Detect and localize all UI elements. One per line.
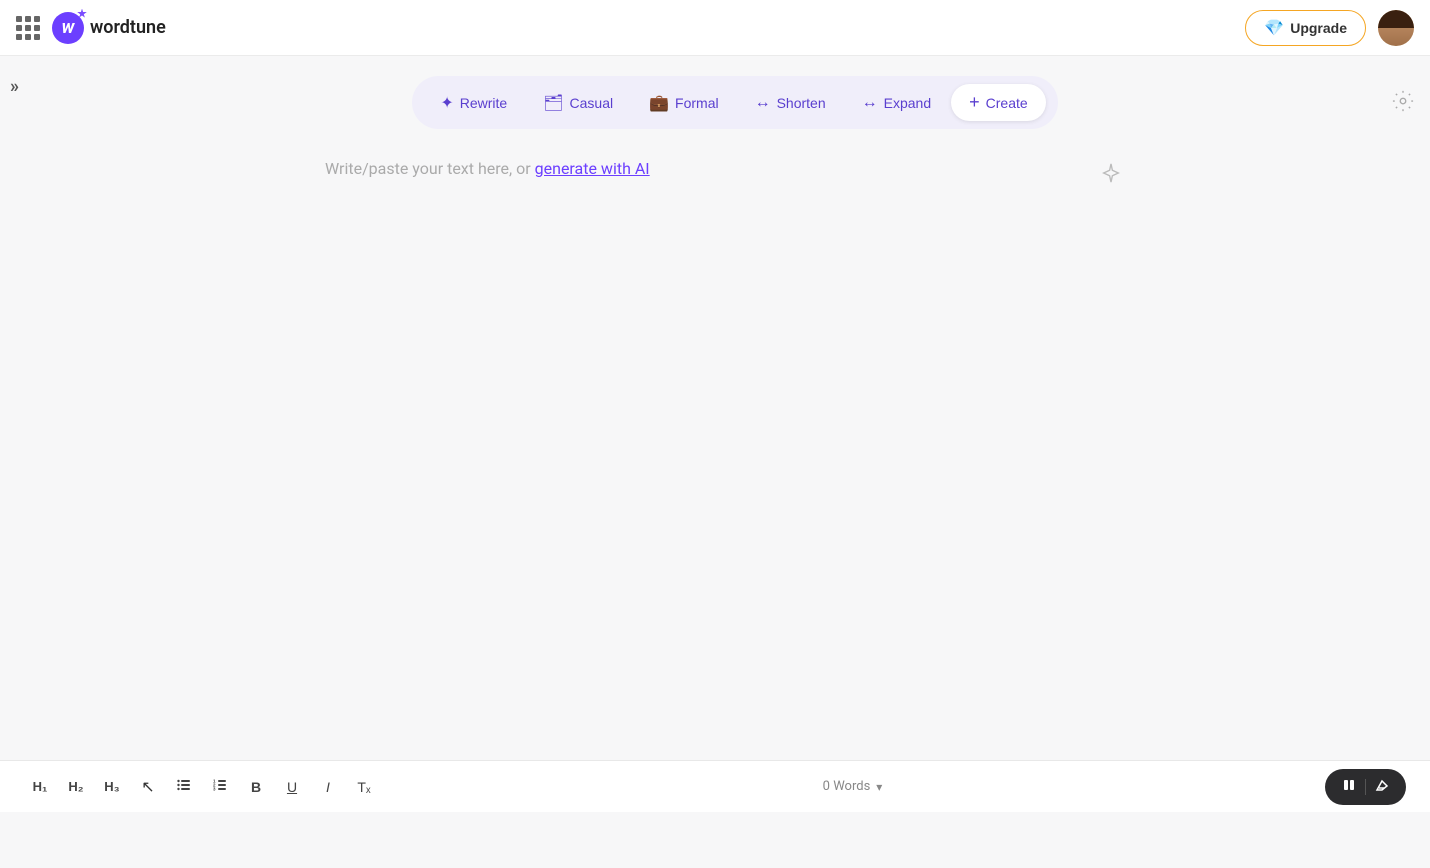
casual-label: Casual <box>570 95 614 111</box>
avatar-image <box>1378 10 1414 46</box>
expand-icon: ↔ <box>862 94 878 112</box>
sparkle-icon[interactable] <box>1097 159 1125 187</box>
upgrade-label: Upgrade <box>1290 20 1347 36</box>
top-navigation: wordtune 💎 Upgrade <box>0 0 1430 56</box>
user-avatar[interactable] <box>1378 10 1414 46</box>
clear-format-button[interactable]: Tₓ <box>348 771 380 803</box>
cursor-mode-button[interactable]: ↖ <box>132 771 164 803</box>
shorten-button[interactable]: ↔ Shorten <box>739 86 842 120</box>
rewrite-button[interactable]: ✦ Rewrite <box>424 85 523 121</box>
shorten-icon: ↔ <box>755 94 771 112</box>
apps-grid-icon[interactable] <box>16 16 40 40</box>
bottom-right-actions <box>1325 769 1406 805</box>
wordtune-logo[interactable]: wordtune <box>52 12 166 44</box>
formal-label: Formal <box>675 95 719 111</box>
bottom-toolbar: H₁ H₂ H₃ ↖ <box>0 760 1430 812</box>
underline-button[interactable]: U <box>276 771 308 803</box>
sidebar-toggle-button[interactable]: » <box>10 76 19 97</box>
heading3-button[interactable]: H₃ <box>96 771 128 803</box>
word-count-chevron: ▾ <box>876 780 882 794</box>
shorten-label: Shorten <box>777 95 826 111</box>
logo-icon <box>52 12 84 44</box>
formatting-toolbar: ✦ Rewrite 🗂 Casual 💼 Formal ↔ Shorten ↔ … <box>412 76 1057 129</box>
numbered-list-icon: 1 2 3 <box>212 777 228 796</box>
dark-btn-divider <box>1365 779 1366 795</box>
create-label: Create <box>986 95 1028 111</box>
ai-actions-button[interactable] <box>1325 769 1406 805</box>
formal-button[interactable]: 💼 Formal <box>633 85 734 121</box>
lightbulb-button[interactable] <box>1392 90 1414 118</box>
logo-text: wordtune <box>90 17 166 38</box>
casual-icon: 🗂 <box>543 93 563 113</box>
word-count-label: 0 Words <box>823 779 871 794</box>
bullet-list-button[interactable] <box>168 771 200 803</box>
heading1-button[interactable]: H₁ <box>24 771 56 803</box>
heading2-button[interactable]: H₂ <box>60 771 92 803</box>
upgrade-button[interactable]: 💎 Upgrade <box>1245 10 1366 46</box>
main-content: » ✦ Rewrite 🗂 Casual 💼 Formal ↔ Shorten … <box>0 56 1430 812</box>
casual-button[interactable]: 🗂 Casual <box>527 85 629 121</box>
content-box: Write/paste your text here, or generate … <box>325 149 1145 812</box>
cursor-icon: ↖ <box>141 777 154 797</box>
expand-label: Expand <box>884 95 931 111</box>
eraser-icon <box>1374 777 1390 797</box>
create-button[interactable]: + Create <box>951 84 1046 121</box>
editor-textarea[interactable] <box>325 149 1145 649</box>
italic-button[interactable]: I <box>312 771 344 803</box>
expand-button[interactable]: ↔ Expand <box>846 86 947 120</box>
word-count[interactable]: 0 Words ▾ <box>823 779 883 794</box>
rewrite-icon: ✦ <box>440 93 453 113</box>
editor-area: ✦ Rewrite 🗂 Casual 💼 Formal ↔ Shorten ↔ … <box>0 56 1430 812</box>
formal-icon: 💼 <box>649 93 669 113</box>
topnav-left: wordtune <box>16 12 166 44</box>
pause-icon <box>1341 777 1357 797</box>
bold-button[interactable]: B <box>240 771 272 803</box>
topnav-right: 💎 Upgrade <box>1245 10 1414 46</box>
bullet-list-icon <box>176 777 192 796</box>
numbered-list-button[interactable]: 1 2 3 <box>204 771 236 803</box>
rewrite-label: Rewrite <box>460 95 507 111</box>
svg-text:3: 3 <box>213 787 216 792</box>
gem-icon: 💎 <box>1264 18 1284 38</box>
create-plus-icon: + <box>969 92 980 113</box>
format-tools: H₁ H₂ H₃ ↖ <box>24 771 380 803</box>
